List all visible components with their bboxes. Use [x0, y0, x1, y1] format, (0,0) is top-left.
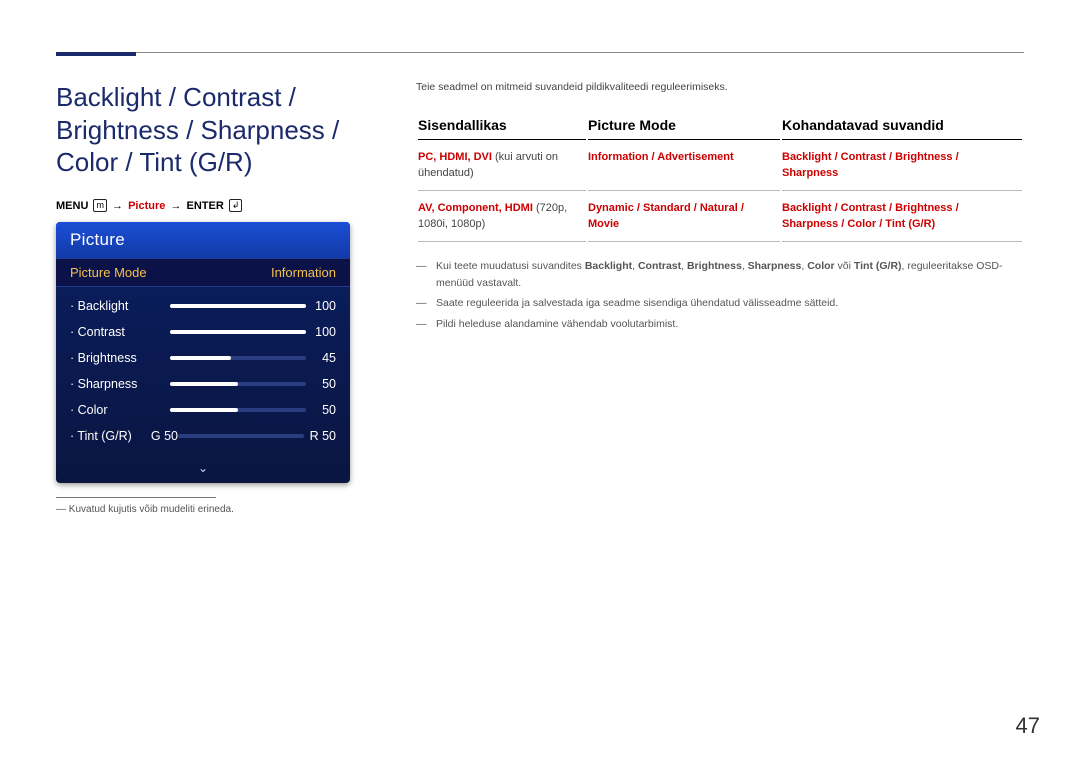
arrow-icon: → — [168, 200, 183, 212]
slider-track[interactable] — [170, 382, 306, 386]
note-item: Pildi heleduse alandamine vähendab voolu… — [416, 316, 1024, 333]
chevron-down-icon[interactable]: ⌄ — [56, 457, 350, 483]
page-number: 47 — [1016, 713, 1040, 739]
picture-mode-value: Information — [271, 265, 336, 280]
slider-label: Sharpness — [70, 377, 170, 391]
picture-mode-label: Picture Mode — [70, 265, 147, 280]
slider-label: Color — [70, 403, 170, 417]
tint-g-value: G 50 — [140, 429, 178, 443]
slider-color[interactable]: Color 50 — [70, 397, 336, 423]
th-options: Kohandatavad suvandid — [782, 117, 1022, 140]
slider-track[interactable] — [170, 330, 306, 334]
arrow-icon: → — [110, 200, 125, 212]
osd-title: Picture — [56, 222, 350, 258]
slider-value: 50 — [306, 377, 336, 391]
options-table: Sisendallikas Picture Mode Kohandatavad … — [416, 115, 1024, 244]
tint-r-value: R 50 — [304, 429, 336, 443]
slider-value: 100 — [306, 299, 336, 313]
slider-label: Backlight — [70, 299, 170, 313]
model-note: Kuvatud kujutis võib mudeliti erineda. — [56, 504, 376, 515]
note-item: Kui teete muudatusi suvandites Backlight… — [416, 258, 1024, 292]
slider-value: 50 — [306, 403, 336, 417]
page-title: Backlight / Contrast / Brightness / Shar… — [56, 81, 376, 179]
th-picture-mode: Picture Mode — [588, 117, 780, 140]
slider-tint[interactable]: Tint (G/R)G 50 R 50 — [70, 423, 336, 449]
slider-label: Brightness — [70, 351, 170, 365]
slider-track[interactable] — [170, 304, 306, 308]
slider-contrast[interactable]: Contrast 100 — [70, 319, 336, 345]
slider-backlight[interactable]: Backlight 100 — [70, 293, 336, 319]
enter-label: ENTER — [187, 200, 224, 212]
enter-icon: ↲ — [229, 199, 243, 212]
slider-value: 45 — [306, 351, 336, 365]
intro-text: Teie seadmel on mitmeid suvandeid pildik… — [416, 81, 1024, 93]
picture-mode-row[interactable]: Picture Mode Information — [56, 258, 350, 287]
menu-label: MENU — [56, 200, 88, 212]
slider-sharpness[interactable]: Sharpness 50 — [70, 371, 336, 397]
notes-list: Kui teete muudatusi suvandites Backlight… — [416, 258, 1024, 333]
slider-track[interactable] — [178, 434, 304, 438]
th-source: Sisendallikas — [418, 117, 586, 140]
note-item: Saate reguleerida ja salvestada iga sead… — [416, 295, 1024, 312]
menu-icon: m — [93, 199, 107, 212]
slider-label: Tint (G/R) — [70, 429, 140, 443]
menu-picture: Picture — [128, 200, 165, 212]
table-row: AV, Component, HDMI (720p, 1080i, 1080p)… — [418, 193, 1022, 242]
separator — [56, 497, 216, 498]
top-rule — [56, 52, 1024, 53]
slider-brightness[interactable]: Brightness 45 — [70, 345, 336, 371]
menu-path: MENU m → Picture → ENTER ↲ — [56, 199, 376, 212]
slider-label: Contrast — [70, 325, 170, 339]
slider-track[interactable] — [170, 356, 306, 360]
slider-value: 100 — [306, 325, 336, 339]
osd-panel: Picture Picture Mode Information Backlig… — [56, 222, 350, 483]
slider-track[interactable] — [170, 408, 306, 412]
table-row: PC, HDMI, DVI (kui arvuti on ühendatud)I… — [418, 142, 1022, 191]
